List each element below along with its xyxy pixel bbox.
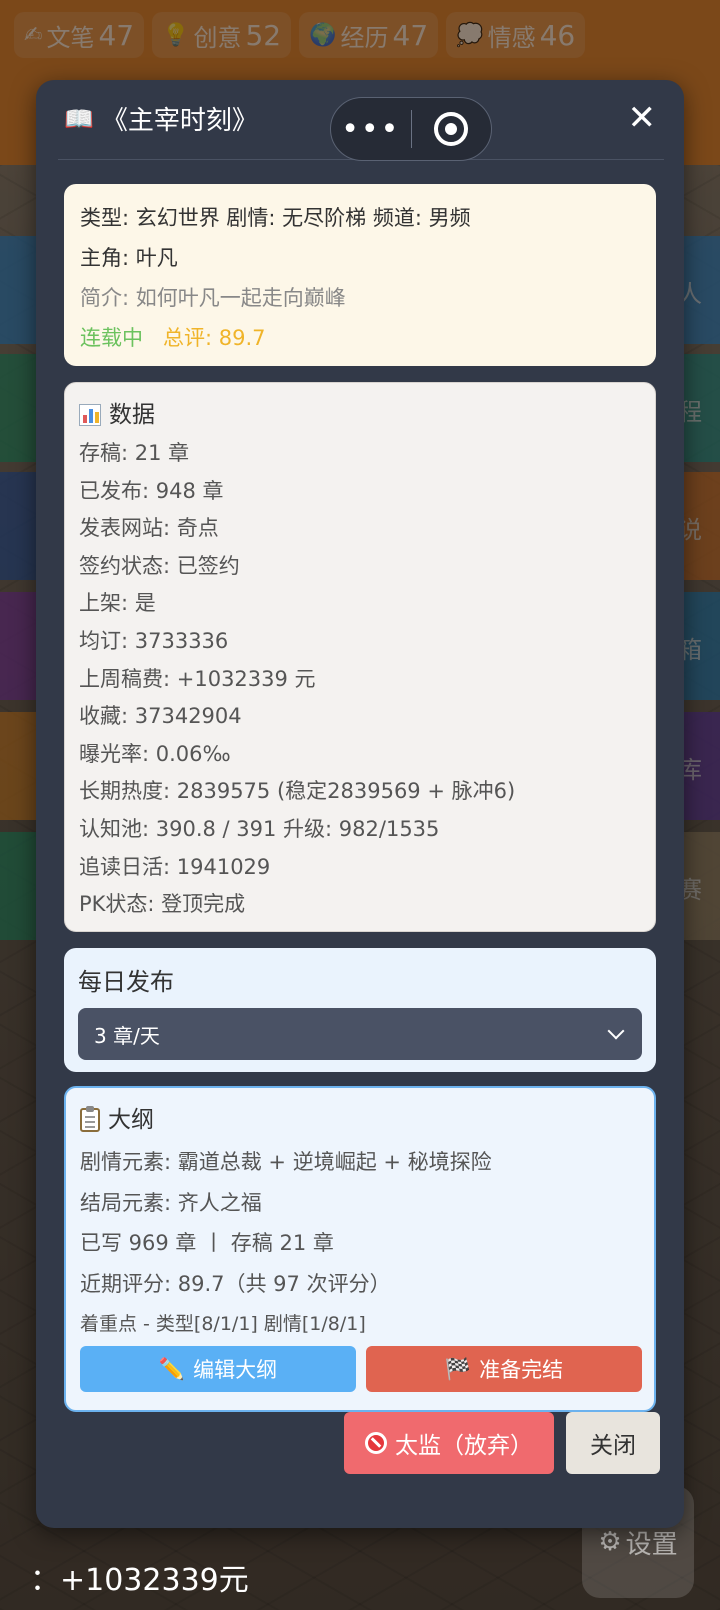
published-count: 已发布: 948 章 — [79, 478, 224, 503]
last-week-royalty: 上周稿费: +1032339 元 — [79, 666, 316, 691]
contract-status: 签约状态: 已签约 — [79, 553, 240, 578]
close-button[interactable]: 关闭 — [566, 1412, 660, 1474]
protagonist: 主角: 叶凡 — [80, 246, 178, 270]
on-shelf: 上架: 是 — [79, 591, 156, 616]
daily-publish-label: 每日发布 — [78, 968, 174, 996]
data-header: 数据 — [79, 395, 641, 435]
miniprogram-capsule: ••• — [330, 97, 492, 161]
daily-publish-select[interactable]: 3 章/天 — [78, 1008, 642, 1060]
cognition-pool: 认知池: 390.8 / 391 升级: 982/1535 — [79, 816, 440, 841]
plot-elements: 剧情元素: 霸道总裁 + 逆境崛起 + 秘境探险 — [80, 1150, 492, 1174]
pk-status: PK状态: 登顶完成 — [79, 892, 246, 917]
chevron-down-icon — [607, 1022, 625, 1040]
drafts-count: 存稿: 21 章 — [79, 441, 190, 465]
outline-actions: ✏️ 编辑大纲 🏁 准备完结 — [80, 1346, 642, 1392]
data-card: 数据 存稿: 21 章 已发布: 948 章 发表网站: 奇点 签约状态: 已签… — [64, 382, 656, 932]
bar-chart-icon — [79, 404, 101, 426]
clipboard-icon — [80, 1106, 100, 1132]
serial-status: 连载中 — [80, 326, 143, 350]
favorites: 收藏: 37342904 — [79, 704, 242, 729]
book-meta: 类型: 玄幻世界 剧情: 无尽阶梯 频道: 男频 — [80, 206, 471, 230]
modal-header: 📖 《主宰时刻》 ••• ✕ — [58, 80, 664, 161]
avg-subscriptions: 均订: 3733336 — [79, 628, 229, 653]
writing-progress: 已写 969 章 丨 存稿 21 章 — [80, 1231, 334, 1255]
modal-title: 📖 《主宰时刻》 — [64, 104, 258, 137]
daily-publish-card: 每日发布 3 章/天 — [64, 948, 656, 1072]
recent-score: 近期评分: 89.7（共 97 次评分） — [80, 1271, 391, 1296]
daily-publish-value: 3 章/天 — [94, 1023, 160, 1048]
ending-elements: 结局元素: 齐人之福 — [80, 1190, 262, 1215]
target-circle-icon — [434, 112, 469, 146]
edit-outline-button[interactable]: ✏️ 编辑大纲 — [80, 1346, 356, 1392]
open-book-icon: 📖 — [64, 104, 94, 133]
long-term-heat: 长期热度: 2839575 (稳定2839569 + 脉冲6) — [79, 779, 516, 804]
exposure-rate: 曝光率: 0.06‰ — [79, 741, 231, 766]
prepare-finish-button[interactable]: 🏁 准备完结 — [366, 1346, 642, 1392]
daily-active-readers: 追读日活: 1941029 — [79, 854, 271, 879]
weekly-income-notice: ：+1032339元 — [30, 1563, 249, 1598]
gear-icon: ⚙ — [598, 1527, 622, 1557]
abandon-button[interactable]: 太监（放弃） — [344, 1412, 554, 1474]
close-icon[interactable]: ✕ — [628, 98, 657, 138]
checkered-flag-icon: 🏁 — [444, 1356, 472, 1381]
publish-site: 发表网站: 奇点 — [79, 516, 219, 541]
outline-header: 大纲 — [80, 1098, 640, 1142]
book-info-card: 类型: 玄幻世界 剧情: 无尽阶梯 频道: 男频 主角: 叶凡 简介: 如何叶凡… — [64, 184, 656, 366]
more-dots-icon: ••• — [341, 111, 401, 147]
outline-card: 大纲 剧情元素: 霸道总裁 + 逆境崛起 + 秘境探险 结局元素: 齐人之福 已… — [64, 1086, 656, 1412]
more-options-button[interactable]: ••• — [331, 98, 411, 160]
focus-weights: 着重点 - 类型[8/1/1] 剧情[1/8/1] — [80, 1313, 366, 1335]
exit-miniprogram-button[interactable] — [412, 98, 492, 160]
book-detail-modal: 📖 《主宰时刻》 ••• ✕ 类型: 玄幻世界 剧情: 无尽阶梯 频道: 男频 … — [36, 80, 684, 1528]
book-summary: 简介: 如何叶凡一起走向巅峰 — [80, 286, 346, 310]
prohibited-icon — [365, 1432, 387, 1454]
overall-rating: 总评: 89.7 — [163, 326, 266, 350]
status-line: 连载中 总评: 89.7 — [80, 318, 640, 358]
pencil-icon: ✏️ — [158, 1356, 186, 1381]
